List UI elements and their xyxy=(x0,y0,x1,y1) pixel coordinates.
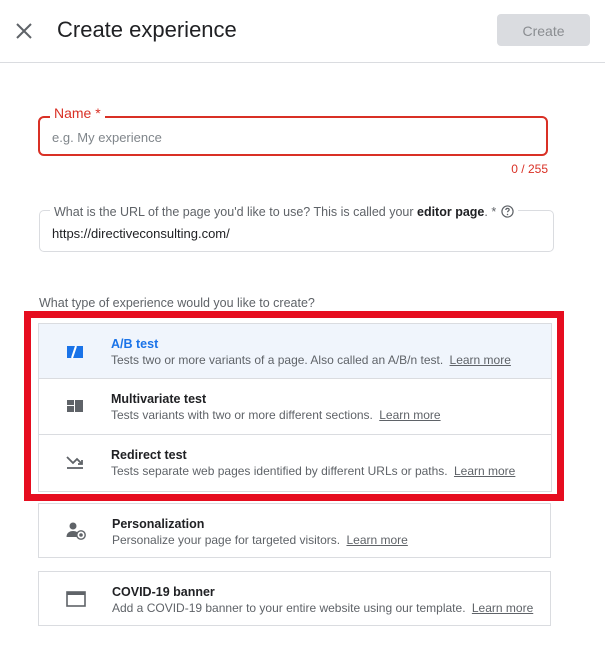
ab-test-icon xyxy=(67,345,83,359)
url-label: What is the URL of the page you'd like t… xyxy=(50,204,519,220)
name-input[interactable] xyxy=(52,128,532,146)
option-personalization[interactable]: Personalization Personalize your page fo… xyxy=(38,503,551,558)
option-title: Multivariate test xyxy=(111,392,207,406)
experience-type-question: What type of experience would you like t… xyxy=(39,296,315,310)
multivariate-grid-icon xyxy=(67,400,83,412)
option-description-text: Tests separate web pages identified by d… xyxy=(111,464,448,478)
option-description-text: Personalize your page for targeted visit… xyxy=(112,533,341,547)
option-title: Personalization xyxy=(112,517,205,531)
option-title: A/B test xyxy=(111,337,159,351)
option-ab-test[interactable]: A/B test Tests two or more variants of a… xyxy=(38,324,551,379)
name-label: Name * xyxy=(50,105,105,121)
learn-more-link[interactable]: Learn more xyxy=(346,533,407,547)
page-title: Create experience xyxy=(57,17,237,42)
url-label-text: What is the URL of the page you'd like t… xyxy=(54,205,417,219)
url-label-suffix: . * xyxy=(484,205,497,219)
learn-more-link[interactable]: Learn more xyxy=(454,464,515,478)
option-description: Tests two or more variants of a page. Al… xyxy=(111,352,511,368)
option-description: Tests separate web pages identified by d… xyxy=(111,463,515,479)
character-counter: 0 / 255 xyxy=(511,162,548,176)
option-covid-banner[interactable]: COVID-19 banner Add a COVID-19 banner to… xyxy=(38,571,551,626)
option-description: Add a COVID-19 banner to your entire web… xyxy=(112,600,533,616)
redirect-arrow-icon xyxy=(66,456,83,469)
option-description-text: Add a COVID-19 banner to your entire web… xyxy=(112,601,466,615)
url-label-bold: editor page xyxy=(417,205,485,219)
option-multivariate-test[interactable]: Multivariate test Tests variants with tw… xyxy=(38,379,551,434)
learn-more-link[interactable]: Learn more xyxy=(379,408,440,422)
option-title: Redirect test xyxy=(111,448,187,462)
help-icon[interactable] xyxy=(501,205,514,218)
close-icon[interactable] xyxy=(13,20,35,42)
banner-window-icon xyxy=(66,591,86,607)
dialog-header: Create experience Create xyxy=(0,0,605,63)
option-description: Personalize your page for targeted visit… xyxy=(112,532,408,548)
option-title: COVID-19 banner xyxy=(112,585,215,599)
url-input[interactable]: https://directiveconsulting.com/ xyxy=(52,226,230,241)
option-description-text: Tests two or more variants of a page. Al… xyxy=(111,353,444,367)
create-button[interactable]: Create xyxy=(497,14,590,46)
option-description-text: Tests variants with two or more differen… xyxy=(111,408,373,422)
option-redirect-test[interactable]: Redirect test Tests separate web pages i… xyxy=(38,435,551,491)
personalization-user-icon xyxy=(66,522,86,540)
name-field[interactable] xyxy=(38,116,548,156)
learn-more-link[interactable]: Learn more xyxy=(450,353,511,367)
learn-more-link[interactable]: Learn more xyxy=(472,601,533,615)
option-description: Tests variants with two or more differen… xyxy=(111,407,441,423)
